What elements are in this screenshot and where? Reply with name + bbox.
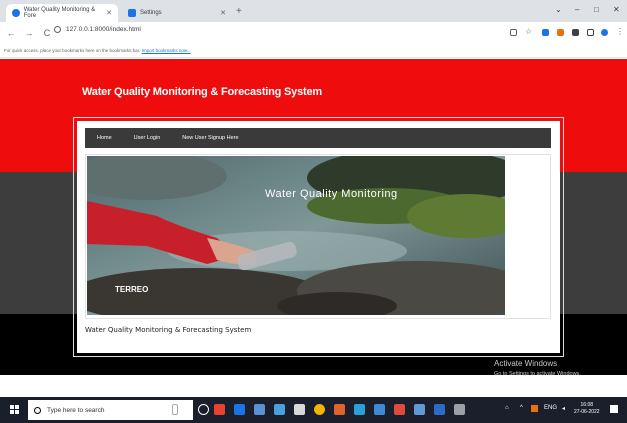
nav-home[interactable]: Home (97, 135, 112, 141)
windows-taskbar: Type here to search ⌂ ^ ENG ◂ 16:08 27-0… (0, 397, 627, 423)
close-window-button[interactable]: ✕ (613, 5, 620, 14)
import-bookmarks-link[interactable]: Import bookmarks now... (142, 48, 191, 53)
minimize-button[interactable]: – (575, 5, 579, 14)
close-icon[interactable]: ✕ (106, 9, 112, 17)
puzzle-icon[interactable] (572, 29, 579, 36)
new-tab-button[interactable]: + (236, 6, 242, 17)
app-icon[interactable] (454, 404, 465, 415)
site-title: Water Quality Monitoring & Forecasting S… (82, 86, 322, 98)
stream-photo (87, 156, 505, 315)
clock-time: 16:08 (580, 402, 594, 408)
bookmarks-bar: For quick access, place your bookmarks h… (0, 44, 627, 58)
activate-subtitle: Go to Settings to activate Windows. (494, 371, 581, 377)
app-icon[interactable] (274, 404, 285, 415)
content-card: Home User Login New User Signup Here Wat… (77, 121, 560, 353)
windows-start-button[interactable] (10, 405, 19, 414)
tray-app-icon[interactable] (531, 405, 538, 412)
app-icon[interactable] (334, 404, 345, 415)
maximize-button[interactable]: □ (594, 5, 599, 14)
chevron-up-icon[interactable]: ^ (520, 405, 523, 411)
tab-label: Settings (140, 10, 162, 16)
app-icon[interactable] (354, 404, 365, 415)
info-icon (54, 26, 61, 33)
hero-logo-text: TERREO (115, 285, 149, 294)
chevron-down-icon[interactable]: ⌄ (555, 5, 562, 14)
app-icon[interactable] (374, 404, 385, 415)
globe-icon (12, 9, 20, 17)
forward-button[interactable]: → (22, 28, 36, 38)
nav-new-user-signup[interactable]: New User Signup Here (182, 135, 238, 141)
app-icon[interactable] (414, 404, 425, 415)
language-indicator[interactable]: ENG (544, 405, 557, 411)
web-page: Water Quality Monitoring & Forecasting S… (0, 59, 627, 377)
close-icon[interactable]: ✕ (220, 9, 226, 17)
search-placeholder: Type here to search (47, 406, 105, 414)
gear-icon (128, 9, 136, 17)
reload-button[interactable]: C (40, 28, 54, 38)
cortana-icon[interactable] (198, 404, 209, 415)
activate-windows-watermark: Activate Windows Go to Settings to activ… (494, 359, 581, 377)
store-icon[interactable] (294, 404, 305, 415)
hero-overlay-text: Water Quality Monitoring (265, 188, 398, 200)
app-icon[interactable] (254, 404, 265, 415)
taskbar-search-input[interactable]: Type here to search (28, 400, 193, 420)
extension-icon[interactable] (557, 29, 564, 36)
hero-image: Water Quality Monitoring TERREO (87, 156, 505, 315)
app-icon[interactable] (214, 404, 225, 415)
address-bar[interactable]: 127.0.0.1:8000/index.html (54, 26, 141, 33)
back-button[interactable]: ← (4, 28, 18, 38)
bookmarks-hint: For quick access, place your bookmarks h… (4, 48, 141, 53)
profile-icon[interactable] (601, 29, 608, 36)
edge-icon[interactable] (234, 404, 245, 415)
url-text: 127.0.0.1:8000/index.html (66, 26, 141, 33)
share-icon[interactable] (510, 29, 517, 36)
sidebar-icon[interactable] (587, 29, 594, 36)
app-icon[interactable] (394, 404, 405, 415)
app-icon[interactable] (434, 404, 445, 415)
browser-tab-strip: Water Quality Monitoring & Fore ✕ Settin… (0, 0, 627, 22)
page-caption: Water Quality Monitoring & Forecasting S… (85, 326, 252, 334)
tab-settings[interactable]: Settings ✕ (122, 4, 232, 22)
chrome-icon[interactable] (314, 404, 325, 415)
volume-icon[interactable]: ◂ (562, 405, 565, 412)
clock-date: 27-06-2022 (574, 409, 600, 415)
browser-toolbar: ← → C 127.0.0.1:8000/index.html ☆ ⋮ (0, 22, 627, 44)
shield-icon[interactable] (542, 29, 549, 36)
notification-icon[interactable] (610, 405, 618, 413)
tab-label: Water Quality Monitoring & Fore (23, 7, 96, 19)
star-icon[interactable]: ☆ (525, 27, 532, 36)
menu-icon[interactable]: ⋮ (616, 27, 624, 36)
taskbar-clock[interactable]: 16:08 27-06-2022 (574, 402, 600, 416)
microphone-icon[interactable] (172, 404, 178, 415)
tab-water-quality[interactable]: Water Quality Monitoring & Fore ✕ (6, 4, 118, 22)
search-icon (34, 406, 41, 414)
nav-user-login[interactable]: User Login (134, 135, 161, 141)
activate-title: Activate Windows (494, 359, 558, 368)
people-icon[interactable]: ⌂ (505, 405, 509, 411)
nav-menu: Home User Login New User Signup Here (85, 128, 551, 148)
